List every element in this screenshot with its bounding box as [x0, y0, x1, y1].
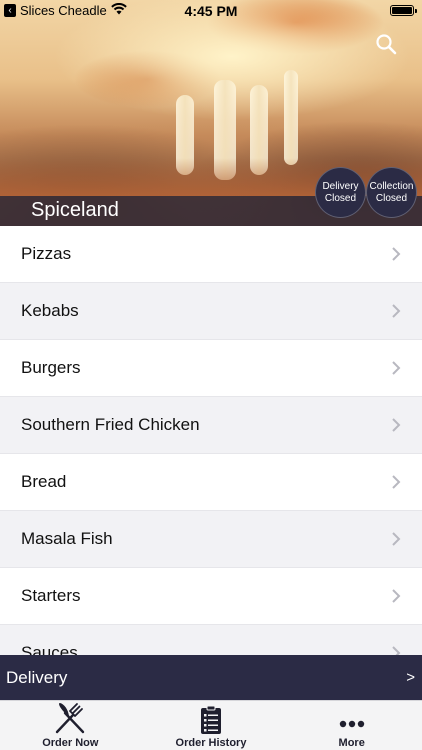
bottom-tab-bar: Order Now Order History More [0, 700, 422, 750]
chevron-right-icon [392, 304, 401, 318]
fork-knife-icon [56, 703, 85, 734]
menu-item-label: Southern Fried Chicken [21, 415, 200, 434]
tab-order-history[interactable]: Order History [141, 701, 282, 750]
menu-item-pizzas[interactable]: Pizzas [0, 226, 422, 283]
tab-more[interactable]: More [281, 701, 422, 750]
chevron-right-icon [392, 361, 401, 375]
menu-item-label: Starters [21, 586, 81, 605]
menu-item-label: Sauces [21, 643, 78, 655]
tab-order-now-label: Order Now [42, 737, 99, 749]
menu-item-label: Bread [21, 472, 67, 491]
menu-category-list: Pizzas Kebabs Burgers Southern Fried Chi… [0, 226, 422, 655]
chevron-right-icon [392, 475, 401, 489]
tab-order-history-label: Order History [175, 737, 247, 749]
menu-item-masala-fish[interactable]: Masala Fish [0, 511, 422, 568]
menu-item-sauces[interactable]: Sauces [0, 625, 422, 655]
delivery-mode-bar[interactable]: Delivery > [0, 655, 422, 700]
status-time: 4:45 PM [184, 3, 238, 19]
chevron-right-icon [392, 418, 401, 432]
delivery-status-badge: Delivery Closed [315, 167, 366, 218]
battery-icon [390, 5, 417, 16]
chevron-right-icon [392, 646, 401, 655]
delivery-status-line2: Closed [324, 192, 357, 204]
more-dots-icon [339, 720, 364, 728]
search-icon[interactable] [374, 32, 398, 56]
tab-more-label: More [338, 737, 365, 749]
chevron-right-icon [392, 589, 401, 603]
delivery-status-line1: Delivery [322, 180, 359, 192]
tab-order-now[interactable]: Order Now [0, 701, 141, 750]
menu-item-southern-fried-chicken[interactable]: Southern Fried Chicken [0, 397, 422, 454]
chevron-right-icon [392, 247, 401, 261]
menu-item-label: Pizzas [21, 244, 72, 263]
collection-status-line1: Collection [369, 180, 414, 192]
menu-item-label: Kebabs [21, 301, 79, 320]
menu-item-label: Masala Fish [21, 529, 113, 548]
menu-item-label: Burgers [21, 358, 81, 377]
clipboard-list-icon [201, 705, 221, 734]
restaurant-name: Spiceland [31, 199, 119, 221]
cheese-strand [284, 70, 298, 165]
menu-item-kebabs[interactable]: Kebabs [0, 283, 422, 340]
delivery-arrow-icon: > [406, 669, 415, 686]
collection-status-line2: Closed [375, 192, 408, 204]
menu-item-burgers[interactable]: Burgers [0, 340, 422, 397]
menu-item-bread[interactable]: Bread [0, 454, 422, 511]
delivery-mode-label: Delivery [6, 667, 68, 687]
status-bar: ‹ Slices Cheadle 4:45 PM [0, 0, 422, 22]
collection-status-badge: Collection Closed [366, 167, 417, 218]
menu-item-starters[interactable]: Starters [0, 568, 422, 625]
chevron-right-icon [392, 532, 401, 546]
